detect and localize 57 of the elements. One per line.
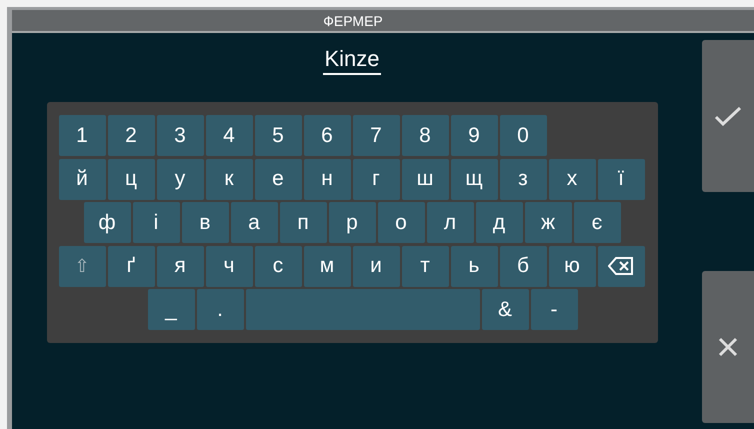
key[interactable]: і xyxy=(132,202,180,243)
key[interactable]: д xyxy=(476,202,522,243)
key[interactable]: р xyxy=(328,202,376,243)
window-title: ФЕРМЕР xyxy=(323,12,383,28)
key[interactable]: и xyxy=(352,246,400,286)
key[interactable]: ш xyxy=(402,158,448,200)
key[interactable]: ґ xyxy=(108,246,154,286)
cancel-button[interactable] xyxy=(702,271,754,423)
key[interactable]: х xyxy=(548,158,596,200)
input-field[interactable]: Kinze xyxy=(323,47,381,75)
key[interactable]: я xyxy=(156,246,204,286)
space-key[interactable] xyxy=(246,289,480,330)
key[interactable]: _ xyxy=(148,289,194,330)
key[interactable]: е xyxy=(254,158,302,200)
checkmark-icon xyxy=(714,106,742,126)
key[interactable]: 0 xyxy=(500,115,546,156)
key[interactable]: щ xyxy=(450,158,498,200)
key[interactable]: є xyxy=(574,202,620,243)
key[interactable]: з xyxy=(500,158,546,200)
key[interactable]: у xyxy=(156,158,204,200)
backspace-key[interactable] xyxy=(598,246,644,286)
key[interactable]: г xyxy=(352,158,400,200)
key[interactable]: ж xyxy=(524,202,572,243)
backspace-icon xyxy=(608,257,634,275)
key[interactable]: 1 xyxy=(58,115,106,156)
key[interactable]: & xyxy=(482,289,528,330)
key[interactable]: ь xyxy=(450,246,498,286)
key[interactable]: ч xyxy=(206,246,252,286)
key[interactable]: 4 xyxy=(206,115,252,156)
key[interactable]: н xyxy=(304,158,350,200)
key[interactable]: ф xyxy=(84,202,130,243)
key[interactable]: 8 xyxy=(402,115,448,156)
key[interactable]: ю xyxy=(548,246,596,286)
key[interactable]: к xyxy=(206,158,252,200)
key[interactable]: 3 xyxy=(156,115,204,156)
key[interactable]: л xyxy=(426,202,474,243)
shift-key[interactable]: ⇧ xyxy=(58,246,106,286)
key[interactable]: в xyxy=(182,202,228,243)
key[interactable]: ц xyxy=(108,158,154,200)
key[interactable]: й xyxy=(58,158,106,200)
key[interactable]: 5 xyxy=(254,115,302,156)
key[interactable]: 6 xyxy=(304,115,350,156)
key[interactable]: 2 xyxy=(108,115,154,156)
confirm-button[interactable] xyxy=(702,40,754,192)
close-icon xyxy=(718,337,738,357)
key[interactable]: п xyxy=(280,202,326,243)
key[interactable]: с xyxy=(254,246,302,286)
key[interactable]: 9 xyxy=(450,115,498,156)
key[interactable]: 7 xyxy=(352,115,400,156)
key[interactable]: ї xyxy=(598,158,644,200)
key[interactable]: а xyxy=(230,202,278,243)
key[interactable]: б xyxy=(500,246,546,286)
key[interactable]: т xyxy=(402,246,448,286)
key[interactable]: - xyxy=(530,289,578,330)
key[interactable]: м xyxy=(304,246,350,286)
key[interactable]: . xyxy=(196,289,244,330)
key[interactable]: о xyxy=(378,202,424,243)
